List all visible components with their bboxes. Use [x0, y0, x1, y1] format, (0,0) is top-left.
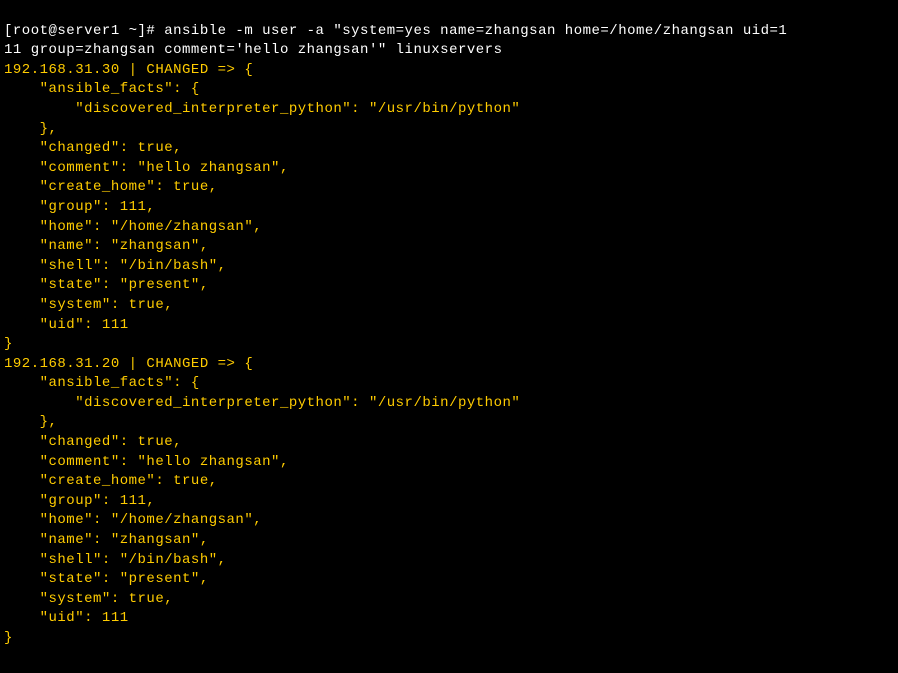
host2-interpreter: "discovered_interpreter_python": "/usr/b…: [4, 395, 520, 411]
host1-uid: "uid": 111: [4, 317, 129, 333]
host1-ansible-facts-close: },: [4, 121, 57, 137]
host2-comment: "comment": "hello zhangsan",: [4, 454, 289, 470]
host1-create-home: "create_home": true,: [4, 179, 218, 195]
host2-name: "name": "zhangsan",: [4, 532, 209, 548]
host1-group: "group": 111,: [4, 199, 155, 215]
host1-comment: "comment": "hello zhangsan",: [4, 160, 289, 176]
host1-home: "home": "/home/zhangsan",: [4, 219, 262, 235]
host2-ansible-facts-open: "ansible_facts": {: [4, 375, 200, 391]
host1-close: }: [4, 336, 13, 352]
host2-close: }: [4, 630, 13, 646]
terminal-output: [root@server1 ~]# ansible -m user -a "sy…: [4, 2, 894, 649]
host2-state: "state": "present",: [4, 571, 209, 587]
host1-shell: "shell": "/bin/bash",: [4, 258, 227, 274]
command-prompt-line1: [root@server1 ~]# ansible -m user -a "sy…: [4, 23, 787, 39]
host1-interpreter: "discovered_interpreter_python": "/usr/b…: [4, 101, 520, 117]
host2-changed: "changed": true,: [4, 434, 182, 450]
host1-state: "state": "present",: [4, 277, 209, 293]
host1-ansible-facts-open: "ansible_facts": {: [4, 81, 200, 97]
host1-changed: "changed": true,: [4, 140, 182, 156]
host2-header: 192.168.31.20 | CHANGED => {: [4, 356, 253, 372]
host2-create-home: "create_home": true,: [4, 473, 218, 489]
host2-home: "home": "/home/zhangsan",: [4, 512, 262, 528]
host1-header: 192.168.31.30 | CHANGED => {: [4, 62, 253, 78]
host2-ansible-facts-close: },: [4, 414, 57, 430]
host2-group: "group": 111,: [4, 493, 155, 509]
host1-system: "system": true,: [4, 297, 173, 313]
host2-shell: "shell": "/bin/bash",: [4, 552, 227, 568]
host1-name: "name": "zhangsan",: [4, 238, 209, 254]
command-prompt-line2: 11 group=zhangsan comment='hello zhangsa…: [4, 42, 502, 58]
host2-system: "system": true,: [4, 591, 173, 607]
host2-uid: "uid": 111: [4, 610, 129, 626]
